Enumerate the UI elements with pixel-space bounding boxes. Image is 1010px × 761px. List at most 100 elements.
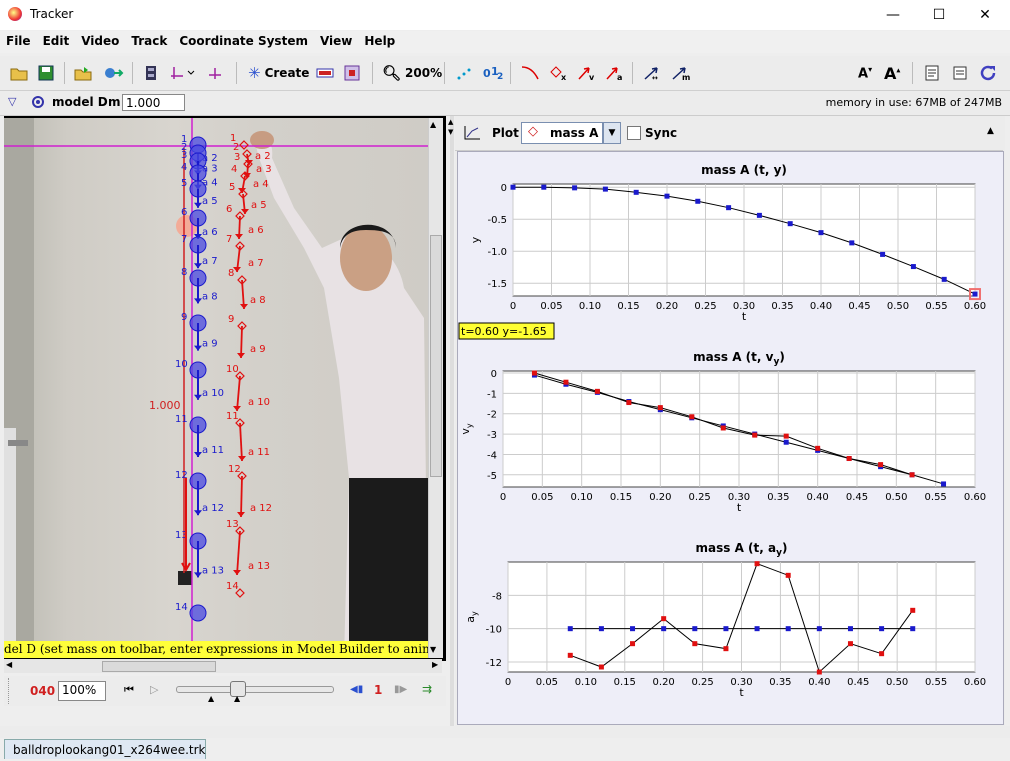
import-icon[interactable]	[74, 64, 92, 82]
data-point[interactable]	[785, 572, 791, 578]
minimize-button[interactable]: —	[870, 0, 916, 30]
scroll-right-arrow-icon[interactable]: ▶	[432, 660, 438, 669]
frame-slider-track[interactable]	[176, 686, 334, 693]
data-point[interactable]	[816, 669, 822, 675]
data-point[interactable]	[695, 198, 701, 204]
data-point[interactable]	[941, 481, 947, 487]
step-back-icon[interactable]: ◀▮	[350, 684, 363, 695]
data-point[interactable]	[880, 251, 886, 257]
data-point[interactable]	[630, 641, 636, 647]
data-point[interactable]	[541, 184, 547, 190]
data-point[interactable]	[941, 276, 947, 282]
step-forward-icon[interactable]: ▮▶	[394, 684, 407, 695]
export-icon[interactable]	[104, 64, 124, 82]
data-point[interactable]	[572, 185, 578, 191]
video-scroll-thumb[interactable]	[430, 235, 442, 477]
plot-axes-icon[interactable]	[463, 125, 481, 144]
video-frame[interactable]: 1.000 12 a 2 3 a 3 4 a 4 5 a 5 6 a 6 7 a 7 8 a 8 9 a 9 1…	[4, 118, 428, 658]
data-point[interactable]	[594, 388, 600, 394]
data-point[interactable]	[692, 626, 698, 632]
data-point[interactable]	[723, 626, 729, 632]
scroll-down-arrow-icon[interactable]: ▼	[430, 645, 436, 654]
menu-track[interactable]: Track	[125, 31, 173, 51]
mass-a-accel-vector[interactable]	[239, 422, 243, 462]
decrease-font-icon[interactable]: A▾	[858, 64, 872, 82]
scroll-left-arrow-icon[interactable]: ◀	[6, 660, 12, 669]
autotracker-icon[interactable]	[344, 64, 360, 82]
plots-canvas[interactable]: mass A (t, y)0 0.05 0.10 0.15 0.20 0.25 0.30 0.…	[458, 152, 1003, 724]
go-to-start-icon[interactable]: ⏮	[124, 683, 134, 697]
menu-view[interactable]: View	[314, 31, 358, 51]
data-point[interactable]	[567, 626, 573, 632]
chart-2[interactable]: mass A (t, vy)0 0.05 0.10 0.15 0.20 0.25 0.30 0…	[459, 350, 986, 514]
video-overlay[interactable]: 1.000 12 a 2 3 a 3 4 a 4 5 a 5 6 a 6 7 a 7 8 a 8 9 a 9 1…	[4, 118, 428, 658]
velocity-vector-icon[interactable]: v	[576, 64, 596, 82]
data-point[interactable]	[598, 626, 604, 632]
data-point[interactable]	[787, 221, 793, 227]
mass-a-accel-vector[interactable]	[240, 475, 243, 518]
maximize-button[interactable]: ☐	[916, 0, 962, 30]
refresh-icon[interactable]	[980, 64, 998, 82]
open-folder-icon[interactable]	[10, 64, 28, 82]
data-point[interactable]	[910, 607, 916, 613]
data-point[interactable]	[664, 193, 670, 199]
mass-a-accel-vector[interactable]	[236, 530, 241, 576]
zoom-button[interactable]: 🔍︎ 200%	[382, 64, 442, 82]
plot-panel-menu-icon[interactable]: ▲	[987, 126, 994, 136]
path-curve-icon[interactable]	[520, 64, 540, 82]
data-point[interactable]	[661, 626, 667, 632]
data-point[interactable]	[692, 641, 698, 647]
menu-edit[interactable]: Edit	[37, 31, 76, 51]
data-point[interactable]	[689, 414, 695, 420]
data-point[interactable]	[816, 626, 822, 632]
menu-help[interactable]: Help	[358, 31, 401, 51]
mass-field[interactable]: 1.000	[122, 94, 185, 111]
step-size[interactable]: 1	[374, 683, 382, 697]
data-point[interactable]	[783, 439, 789, 445]
label-numbers-icon[interactable]: 012	[482, 64, 504, 82]
file-tab[interactable]: balldroplookang01_x264wee.trk	[4, 739, 206, 759]
create-button[interactable]: ✳ Create	[248, 64, 309, 82]
data-point[interactable]	[879, 651, 885, 657]
chart-3[interactable]: mass A (t, ay)0 0.05 0.10 0.15 0.20 0.25 0.30 0…	[464, 541, 986, 699]
data-point[interactable]	[602, 186, 608, 192]
data-point[interactable]	[756, 212, 762, 218]
menu-file[interactable]: File	[0, 31, 37, 51]
divider-collapse-up-icon[interactable]: ▲	[448, 118, 453, 126]
clip-settings-icon[interactable]	[144, 64, 158, 82]
notes-icon[interactable]	[924, 64, 940, 82]
momentum-vector-icon[interactable]: ↔	[642, 64, 664, 82]
data-point[interactable]	[846, 456, 852, 462]
data-point[interactable]	[726, 205, 732, 211]
data-point[interactable]	[785, 626, 791, 632]
divider-collapse-down-icon[interactable]: ▼	[448, 128, 453, 136]
zoom-field[interactable]: 100%	[58, 681, 106, 701]
data-point[interactable]	[633, 189, 639, 195]
end-marker-icon[interactable]: ▲	[234, 694, 240, 703]
mass-vector-icon[interactable]: m	[670, 64, 692, 82]
data-point[interactable]	[847, 641, 853, 647]
track-control-icon[interactable]	[316, 64, 334, 82]
data-point[interactable]	[752, 432, 758, 438]
frame-counter[interactable]: 040	[30, 684, 55, 698]
data-point[interactable]	[661, 616, 667, 622]
plot-label[interactable]: Plot	[492, 126, 519, 140]
data-point[interactable]	[847, 626, 853, 632]
save-icon[interactable]	[38, 64, 54, 82]
close-button[interactable]: ✕	[962, 0, 1008, 30]
start-marker-icon[interactable]: ▲	[208, 694, 214, 703]
track-name[interactable]: model D	[52, 95, 108, 109]
chart-1[interactable]: mass A (t, y)0 0.05 0.10 0.15 0.20 0.25 0.30 0.…	[458, 163, 986, 340]
data-point[interactable]	[510, 184, 516, 190]
data-point[interactable]	[723, 646, 729, 652]
tape-measure-icon[interactable]	[206, 64, 224, 82]
data-point[interactable]	[910, 626, 916, 632]
menu-video[interactable]: Video	[75, 31, 125, 51]
track-dropdown-arrow-icon[interactable]: ▼	[603, 122, 621, 144]
data-point[interactable]	[910, 264, 916, 270]
mass-a-point[interactable]	[239, 140, 249, 150]
trail-dots-icon[interactable]	[456, 64, 474, 82]
data-point[interactable]	[878, 462, 884, 468]
model-d-point[interactable]	[189, 604, 207, 622]
data-point[interactable]	[972, 291, 978, 297]
